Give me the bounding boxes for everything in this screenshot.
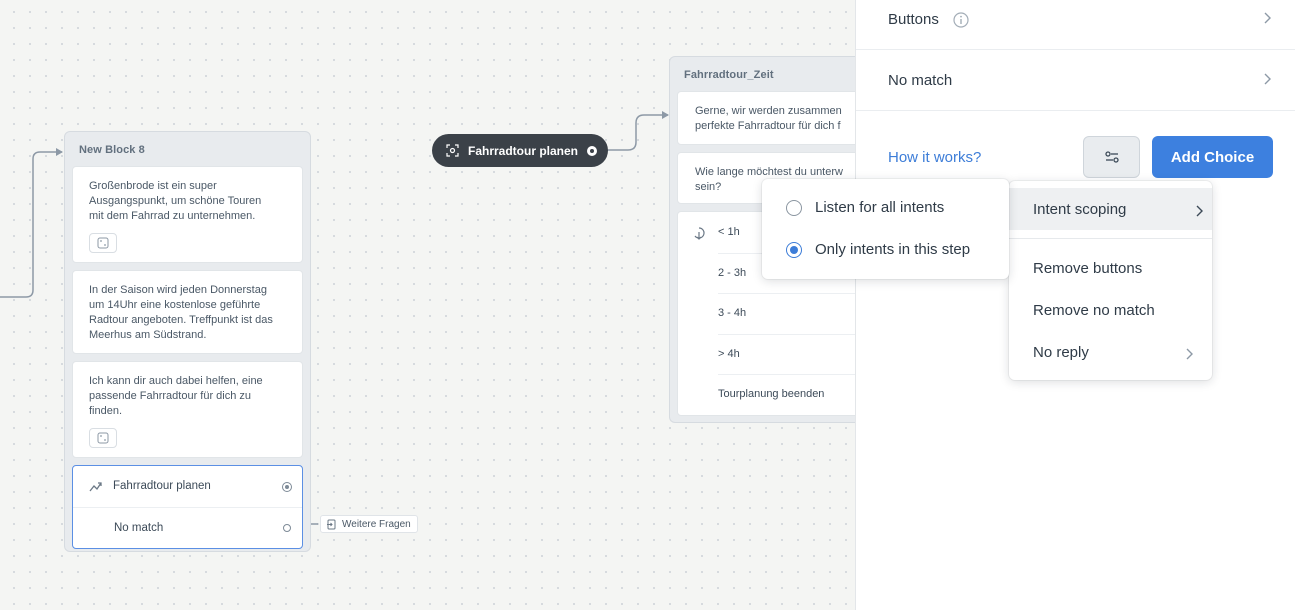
option-label: 2 - 3h (718, 266, 747, 279)
step-text: Ich kann dir auch dabei helfen, eine pas… (89, 375, 263, 417)
buttons-section[interactable]: Buttons (856, 0, 1295, 50)
menu-item-remove-buttons[interactable]: Remove buttons (1033, 260, 1142, 277)
menu-item-remove-no-match[interactable]: Remove no match (1033, 302, 1155, 319)
choice-label: Fahrradtour planen (113, 480, 211, 492)
step-text: Gerne, wir werden zusammen perfekte Fahr… (695, 105, 842, 132)
go-to-icon (327, 519, 336, 529)
intent-label: Fahrradtour planen (468, 143, 579, 158)
choice-row-no-match[interactable]: No match (73, 507, 302, 548)
no-match-label: No match (114, 521, 164, 534)
block-title: Fahrradtour_Zeit (684, 69, 774, 81)
radio-label: Only intents in this step (815, 241, 971, 258)
radio-button[interactable] (786, 199, 802, 216)
info-icon[interactable] (953, 11, 969, 28)
intent-scoping-submenu: Listen for all intents Only intents in t… (762, 179, 1009, 279)
chevron-right-icon (1186, 348, 1193, 360)
variant-icon[interactable] (89, 428, 117, 448)
button-option[interactable]: > 4h (718, 333, 855, 375)
choice-settings-button[interactable] (1083, 136, 1140, 178)
choice-settings-menu: Intent scoping Remove buttons Remove no … (1009, 181, 1212, 380)
choice-row-intent[interactable]: Fahrradtour planen (73, 466, 302, 507)
option-label: > 4h (718, 347, 740, 360)
option-label: 3 - 4h (718, 307, 747, 320)
step-text: In der Saison wird jeden Donnerstag um 1… (89, 284, 273, 341)
menu-item-label: Intent scoping (1033, 201, 1127, 218)
step-text: Großenbrode ist ein super Ausgangspunkt,… (89, 180, 262, 222)
no-match-section[interactable]: No match (856, 50, 1295, 111)
chevron-right-icon (1263, 72, 1271, 89)
buttons-icon (694, 227, 705, 240)
radio-button-selected[interactable] (786, 241, 802, 258)
go-to-tag[interactable]: Weitere Fragen (320, 515, 418, 533)
option-label: Tourplanung beenden (718, 388, 825, 401)
radio-label: Listen for all intents (815, 199, 945, 216)
menu-item-label: No reply (1033, 344, 1089, 361)
text-step[interactable]: Gerne, wir werden zusammen perfekte Fahr… (677, 91, 855, 145)
flow-canvas[interactable]: New Block 8 Großenbrode ist ein super Au… (0, 0, 855, 610)
button-option[interactable]: 3 - 4h (718, 293, 855, 334)
radio-listen-all[interactable]: Listen for all intents (786, 199, 944, 216)
button-option[interactable]: Tourplanung beenden (718, 374, 855, 415)
menu-item-intent-scoping[interactable]: Intent scoping (1033, 201, 1203, 218)
variant-icon[interactable] (89, 233, 117, 253)
output-port[interactable] (587, 145, 597, 156)
option-label: < 1h (718, 225, 740, 238)
add-choice-button[interactable]: Add Choice (1152, 136, 1273, 178)
intent-trigger-pill[interactable]: Fahrradtour planen (432, 134, 608, 167)
settings-sliders-icon (1104, 151, 1119, 163)
text-step[interactable]: Ich kann dir auch dabei helfen, eine pas… (72, 361, 303, 458)
chevron-right-icon (1196, 205, 1203, 217)
go-to-label: Weitere Fragen (342, 518, 411, 530)
block-title: New Block 8 (79, 144, 145, 156)
text-step[interactable]: Großenbrode ist ein super Ausgangspunkt,… (72, 166, 303, 263)
choice-icon (89, 481, 103, 493)
menu-divider (1009, 238, 1212, 239)
output-port[interactable] (283, 524, 291, 532)
output-port[interactable] (282, 481, 292, 492)
block-new-block-8[interactable]: New Block 8 Großenbrode ist ein super Au… (64, 131, 311, 552)
chevron-right-icon (1263, 11, 1271, 28)
no-match-label: No match (888, 71, 953, 89)
intent-icon (446, 144, 459, 157)
menu-item-no-reply[interactable]: No reply (1033, 344, 1193, 361)
radio-only-step[interactable]: Only intents in this step (786, 241, 970, 258)
text-step[interactable]: In der Saison wird jeden Donnerstag um 1… (72, 270, 303, 354)
buttons-label: Buttons (888, 11, 939, 28)
how-it-works-link[interactable]: How it works? (888, 149, 981, 166)
choice-step[interactable]: Fahrradtour planen No match (72, 465, 303, 549)
